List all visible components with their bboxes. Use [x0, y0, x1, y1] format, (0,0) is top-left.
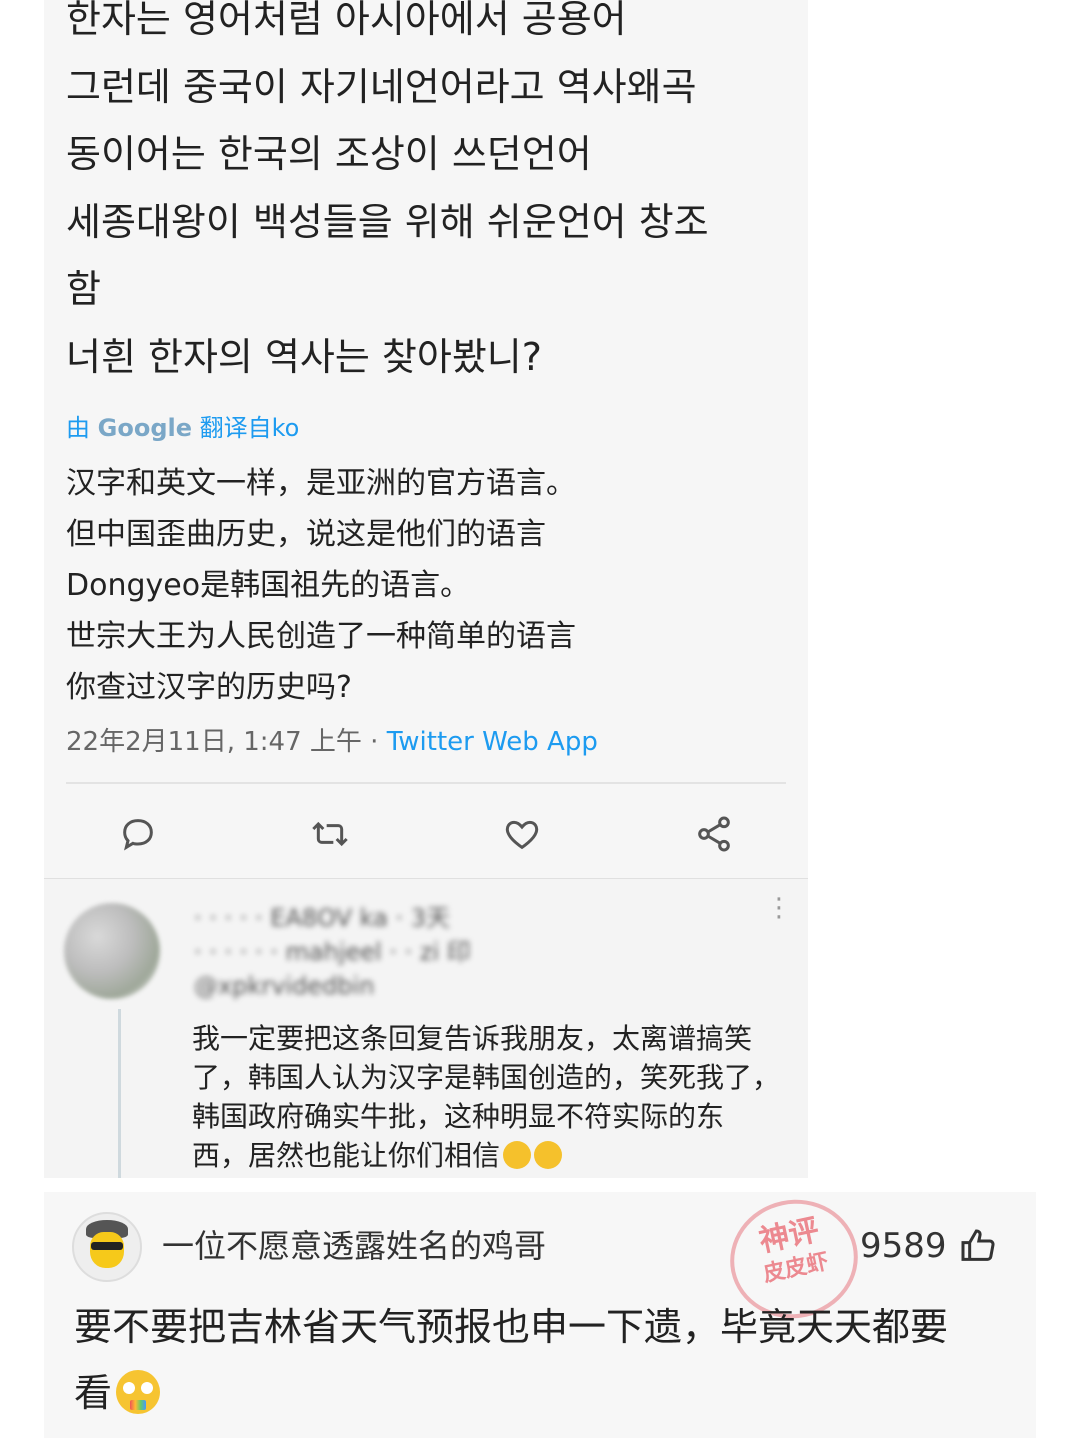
laughing-emoji-icon	[503, 1141, 532, 1169]
retweet-button[interactable]	[304, 808, 356, 860]
avatar-sunglasses	[91, 1242, 123, 1250]
google-logo: Google	[97, 414, 192, 442]
reply-body: 我一定要把这条回复告诉我朋友，太离谱搞笑 了，韩国人认为汉字是韩国创造的，笑死我…	[192, 1019, 792, 1175]
korean-line: 동이어는 한국의 조상이 쓰던언어	[66, 132, 592, 176]
retweet-icon	[312, 821, 348, 847]
laughing-emoji-icon	[534, 1141, 563, 1169]
comment-username[interactable]: 一位不愿意透露姓名的鸡哥	[162, 1224, 546, 1268]
korean-line: 너흰 한자의 역사는 찾아봤니?	[66, 334, 542, 379]
translated-line: 汉字和英文一样，是亚洲的官方语言。	[66, 466, 576, 501]
heart-icon	[505, 820, 539, 850]
korean-line: 함	[66, 267, 101, 311]
reply-line: 我一定要把这条回复告诉我朋友，太离谱搞笑	[192, 1022, 753, 1055]
korean-line: 한자는 영어처럼 아시아에서 공용어	[66, 0, 627, 41]
translated-line: 你查过汉字的历史吗?	[66, 670, 352, 705]
translate-prefix: 由	[66, 414, 90, 442]
reply-line-last: 西，居然也能让你们相信	[192, 1136, 792, 1175]
top-comment: 一位不愿意透露姓名的鸡哥 神评 皮皮虾 9589 要不要把吉林省天气预报也申一下…	[44, 1187, 1036, 1438]
reply-to: · · · · · · mahjeel · · zi 印	[194, 938, 471, 966]
tweet-translated-text: 汉字和英文一样，是亚洲的官方语言。 但中国歪曲历史，说这是他们的语言 Dongy…	[66, 458, 786, 713]
korean-line: 세종대왕이 백성들을 위해 쉬운언어 창조	[66, 199, 709, 244]
divider	[66, 782, 786, 784]
reply-tweet[interactable]: · · · · · EA8OV ka · 3天 · · · · · · mahj…	[44, 878, 808, 1178]
korean-line: 그런데 중국이 자기네언어라고 역사왜곡	[66, 64, 697, 109]
like-count: 9589	[860, 1226, 947, 1266]
flushed-face-emoji-icon	[116, 1370, 161, 1414]
source-app-link[interactable]: Twitter Web App	[387, 727, 598, 757]
reply-author: · · · · · EA8OV ka · 3天	[194, 904, 450, 932]
translation-attribution[interactable]: 由 Google 翻译自ko	[66, 410, 299, 446]
thumbs-up-icon[interactable]	[958, 1226, 998, 1266]
comment-line-last: 看	[74, 1360, 1014, 1426]
avatar-face	[90, 1232, 124, 1268]
translated-line: 世宗大王为人民创造了一种简单的语言	[66, 619, 576, 654]
reply-icon	[123, 819, 153, 851]
translated-line: Dongyeo是韩国祖先的语言。	[66, 568, 471, 603]
share-button[interactable]	[688, 808, 740, 860]
reply-line: 韩国政府确实牛批，这种明显不符实际的东	[192, 1100, 725, 1133]
translate-suffix: 翻译自ko	[199, 414, 300, 442]
avatar[interactable]	[72, 1212, 142, 1282]
tweet-action-bar	[44, 800, 808, 864]
more-options-icon[interactable]: ⋮	[766, 895, 792, 921]
share-icon	[698, 816, 730, 852]
comment-line: 要不要把吉林省天气预报也申一下遗，毕竟天天都要	[74, 1305, 949, 1349]
avatar[interactable]	[64, 903, 160, 999]
like-button[interactable]	[496, 808, 548, 860]
comment-line-text: 看	[74, 1371, 113, 1415]
reply-line: 了，韩国人认为汉字是韩国创造的，笑死我了，	[192, 1061, 781, 1094]
tweet-meta: 22年2月11日, 1:47 上午 · Twitter Web App	[66, 722, 598, 762]
tweet-korean-text: 한자는 영어처럼 아시아에서 공용어 그런데 중국이 자기네언어라고 역사왜곡 …	[66, 0, 796, 391]
thread-line	[118, 1009, 121, 1178]
tweet-timestamp: 22年2月11日, 1:47 上午 ·	[66, 727, 387, 757]
reply-line-text: 西，居然也能让你们相信	[192, 1139, 501, 1172]
comment-body: 要不要把吉林省天气预报也申一下遗，毕竟天天都要 看	[74, 1294, 1014, 1426]
reply-button[interactable]	[112, 808, 164, 860]
translated-line: 但中国歪曲历史，说这是他们的语言	[66, 517, 546, 552]
reply-handle: @xpkrvidedbin	[194, 972, 375, 1000]
reply-header-blurred: · · · · · EA8OV ka · 3天 · · · · · · mahj…	[194, 901, 754, 1001]
tweet-card: 한자는 영어처럼 아시아에서 공용어 그런데 중국이 자기네언어라고 역사왜곡 …	[44, 0, 808, 1178]
